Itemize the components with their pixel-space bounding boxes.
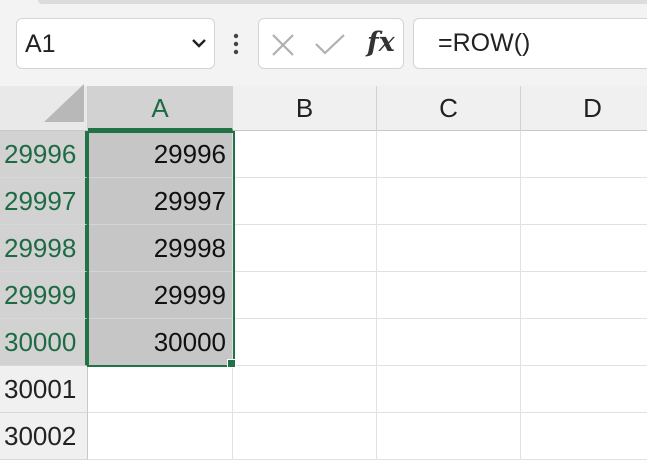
name-box[interactable]: A1 — [16, 18, 215, 69]
cell-c-29997[interactable] — [377, 178, 521, 225]
insert-function-icon[interactable]: fx — [367, 27, 395, 58]
cell-d-30001[interactable] — [521, 366, 647, 413]
row-header[interactable]: 29998 — [0, 225, 88, 272]
cell-c-29996[interactable] — [377, 131, 521, 178]
row-header[interactable]: 29996 — [0, 131, 88, 178]
cell-c-29998[interactable] — [377, 225, 521, 272]
cell-a-29996[interactable]: 29996 — [88, 131, 233, 178]
cancel-icon[interactable] — [271, 33, 295, 62]
formula-text: =ROW() — [438, 29, 531, 57]
cell-a-29998[interactable]: 29998 — [88, 225, 233, 272]
formula-input[interactable]: =ROW() — [413, 18, 647, 69]
cell-b-29998[interactable] — [233, 225, 377, 272]
row-header[interactable]: 30001 — [0, 366, 88, 413]
cell-c-29999[interactable] — [377, 272, 521, 319]
cell-d-29996[interactable] — [521, 131, 647, 178]
cell-b-30000[interactable] — [233, 319, 377, 366]
cell-b-29999[interactable] — [233, 272, 377, 319]
cell-a-30000[interactable]: 30000 — [88, 319, 233, 366]
cell-a-30002[interactable] — [88, 413, 233, 460]
cell-d-29999[interactable] — [521, 272, 647, 319]
select-all-button[interactable] — [0, 84, 88, 131]
ribbon-edge — [38, 0, 647, 4]
cell-d-29997[interactable] — [521, 178, 647, 225]
column-header-a[interactable]: A — [88, 86, 233, 131]
more-options-icon[interactable] — [232, 33, 240, 60]
row-header[interactable]: 30000 — [0, 319, 88, 366]
fill-handle[interactable] — [227, 359, 236, 368]
column-header-b[interactable]: B — [233, 86, 377, 131]
enter-icon[interactable] — [314, 32, 346, 61]
cell-d-29998[interactable] — [521, 225, 647, 272]
row-header[interactable]: 29999 — [0, 272, 88, 319]
name-box-value: A1 — [25, 30, 56, 58]
formula-controls: fx — [258, 18, 404, 69]
cell-c-30001[interactable] — [377, 366, 521, 413]
column-header-d[interactable]: D — [521, 86, 647, 131]
select-all-triangle-icon — [44, 84, 84, 127]
cell-b-29997[interactable] — [233, 178, 377, 225]
column-header-c[interactable]: C — [377, 86, 521, 131]
cell-a-29997[interactable]: 29997 — [88, 178, 233, 225]
cell-a-30001[interactable] — [88, 366, 233, 413]
row-header[interactable]: 29997 — [0, 178, 88, 225]
cell-b-29996[interactable] — [233, 131, 377, 178]
row-header[interactable]: 30002 — [0, 413, 88, 460]
cell-a-29999[interactable]: 29999 — [88, 272, 233, 319]
chevron-down-icon[interactable] — [191, 36, 207, 54]
cell-c-30002[interactable] — [377, 413, 521, 460]
cell-b-30001[interactable] — [233, 366, 377, 413]
cell-d-30000[interactable] — [521, 319, 647, 366]
cell-c-30000[interactable] — [377, 319, 521, 366]
cell-d-30002[interactable] — [521, 413, 647, 460]
cell-b-30002[interactable] — [233, 413, 377, 460]
